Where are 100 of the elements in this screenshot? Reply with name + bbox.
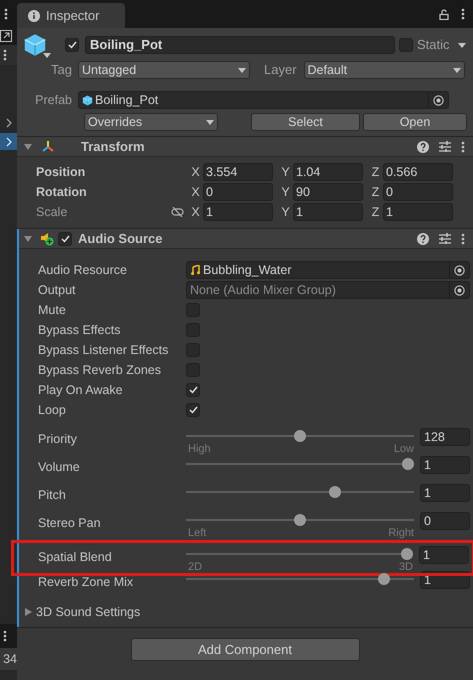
info-icon <box>28 10 40 22</box>
more-menu-icon[interactable] <box>3 49 7 61</box>
tag-dropdown[interactable]: Untagged <box>78 61 250 79</box>
checkbox[interactable] <box>399 38 413 52</box>
component-title: Audio Source <box>78 230 163 248</box>
more-menu-icon[interactable] <box>3 630 7 642</box>
help-icon[interactable] <box>417 232 429 244</box>
axis-label: Z <box>370 164 380 181</box>
axis-label: X <box>190 184 201 201</box>
unlinked-chain-icon[interactable] <box>171 207 184 217</box>
number-field[interactable]: 1 <box>419 546 469 564</box>
component-header[interactable]: Audio Source <box>19 229 473 249</box>
slider-track[interactable] <box>186 512 414 528</box>
placeholder-text: None (Audio Mixer Group) <box>190 282 337 299</box>
slider-thumb[interactable] <box>401 548 413 560</box>
number-field[interactable]: 1.04 <box>293 163 363 181</box>
dropdown-caret-icon <box>43 53 51 58</box>
checkmark-icon <box>68 41 76 49</box>
add-component-button[interactable]: Add Component <box>130 638 360 661</box>
prefab-field[interactable]: Boiling_Pot <box>78 91 449 109</box>
layer-label: Layer <box>264 61 297 80</box>
property-label: Loop <box>37 402 67 419</box>
number-field[interactable]: 3.554 <box>203 163 273 181</box>
slider-thumb[interactable] <box>294 514 306 526</box>
more-menu-icon[interactable] <box>4 8 8 20</box>
checkbox[interactable] <box>58 232 72 246</box>
number-field[interactable]: 0 <box>420 512 470 530</box>
number-field[interactable]: 1 <box>203 203 273 221</box>
expanded-triangle-icon[interactable] <box>24 144 32 150</box>
maximize-icon[interactable] <box>0 30 12 42</box>
prefab-button[interactable]: Open <box>363 113 467 131</box>
tag-label: Tag <box>50 61 73 80</box>
axis-label: X <box>190 164 201 181</box>
more-menu-icon[interactable] <box>461 232 465 244</box>
checkmark-icon <box>188 406 198 414</box>
dropdown-caret-icon <box>458 42 466 48</box>
overrides-dropdown[interactable]: Overrides <box>84 113 218 131</box>
prefab-label: Prefab <box>34 92 73 109</box>
slider-thumb[interactable] <box>328 486 341 498</box>
axes-icon <box>41 140 55 153</box>
layer-dropdown[interactable]: Default <box>304 61 465 79</box>
sliders-icon[interactable] <box>439 141 451 152</box>
number-field[interactable]: 128 <box>420 428 470 446</box>
property-label: Bypass Listener Effects <box>37 342 170 359</box>
object-value: Bubbling_Water <box>203 262 292 279</box>
component-title: Transform <box>81 138 145 156</box>
chevron-right-icon[interactable] <box>4 117 14 129</box>
dropdown-caret-icon <box>452 68 461 72</box>
help-icon[interactable] <box>417 140 429 152</box>
music-note-icon <box>191 265 200 275</box>
lock-icon[interactable] <box>439 8 449 20</box>
property-label: Reverb Zone Mix <box>37 574 134 591</box>
slider-track[interactable] <box>186 456 414 472</box>
property-label: Bypass Effects <box>37 322 122 339</box>
checkbox[interactable] <box>186 403 200 417</box>
checkmark-icon <box>60 234 70 242</box>
name-field[interactable]: Boiling_Pot <box>85 36 395 54</box>
number-field[interactable]: 0.566 <box>383 163 453 181</box>
object-field[interactable]: None (Audio Mixer Group) <box>186 281 470 299</box>
more-menu-icon[interactable] <box>461 8 465 20</box>
slider-max-label: Low <box>394 444 414 455</box>
foldout[interactable]: 3D Sound Settings <box>19 601 473 623</box>
property-label: Position <box>35 164 86 181</box>
sliders-icon[interactable] <box>439 233 451 244</box>
slider-track[interactable] <box>186 546 413 562</box>
slider-track[interactable] <box>186 428 414 444</box>
checkmark-icon <box>188 386 198 394</box>
checkbox[interactable] <box>65 38 79 52</box>
number-field[interactable]: 0 <box>383 183 453 201</box>
expanded-triangle-icon[interactable] <box>24 236 32 242</box>
slider-track[interactable] <box>186 484 414 500</box>
chevron-right-icon[interactable] <box>4 136 14 148</box>
static-label: Static <box>417 36 450 54</box>
number-field[interactable]: 1 <box>420 456 470 474</box>
number-field[interactable]: 90 <box>293 183 363 201</box>
slider-max-label: 3D <box>398 562 413 573</box>
number-field[interactable]: 1 <box>293 203 363 221</box>
property-label: Play On Awake <box>37 382 124 399</box>
more-menu-icon[interactable] <box>461 140 465 152</box>
checkbox[interactable] <box>186 383 200 397</box>
slider-thumb[interactable] <box>294 430 306 442</box>
property-label: Output <box>37 282 77 299</box>
cube-icon <box>23 33 47 57</box>
inspector-tab[interactable]: Inspector <box>17 3 125 28</box>
object-field[interactable]: Bubbling_Water <box>186 261 470 279</box>
component-header[interactable]: Transform <box>17 137 473 157</box>
collapsed-triangle-icon <box>25 608 32 616</box>
dropdown-caret-icon <box>238 68 246 72</box>
prefab-button[interactable]: Select <box>251 113 360 131</box>
property-label: Audio Resource <box>37 262 128 279</box>
number-field[interactable]: 1 <box>420 484 470 502</box>
slider-min-label: High <box>188 444 211 455</box>
slider-thumb[interactable] <box>402 458 414 470</box>
axis-label: Z <box>370 204 380 221</box>
slider-track[interactable] <box>186 571 414 587</box>
slider-thumb[interactable] <box>378 573 390 585</box>
axis-label: Y <box>280 164 291 181</box>
axis-label: Z <box>370 184 380 201</box>
number-field[interactable]: 1 <box>383 203 453 221</box>
number-field[interactable]: 0 <box>203 183 273 201</box>
